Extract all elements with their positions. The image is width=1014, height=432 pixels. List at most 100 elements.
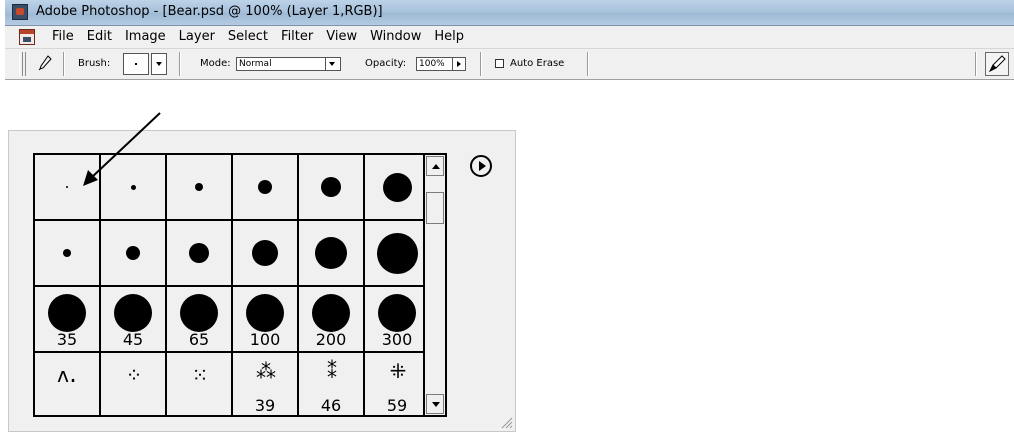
- brush-tip-shape: [315, 237, 347, 269]
- menu-select[interactable]: Select: [221, 28, 274, 46]
- spray-brush-icon: ⁜: [389, 359, 407, 383]
- scroll-up-button[interactable]: [426, 156, 444, 176]
- spray-brush-icon: ⁂: [256, 359, 276, 383]
- opacity-field[interactable]: 100%: [416, 57, 466, 71]
- brush-swatch[interactable]: [35, 221, 99, 285]
- brush-size-label: 300: [381, 330, 413, 349]
- brush-tip-shape: [195, 183, 203, 191]
- brush-swatch[interactable]: ⁂ 39: [233, 353, 297, 417]
- brush-tip-shape: [378, 294, 416, 332]
- brush-tip-shape: [312, 294, 350, 332]
- brush-tip-shape: [66, 186, 68, 188]
- brush-tip-shape: [189, 243, 209, 263]
- brush-size-label: 39: [254, 396, 276, 415]
- menu-file[interactable]: File: [45, 28, 80, 46]
- brush-tip-shape: [131, 185, 136, 190]
- separator: [975, 52, 977, 76]
- brush-swatch[interactable]: 100: [233, 287, 297, 351]
- brush-swatch[interactable]: 200: [299, 287, 363, 351]
- photoshop-eye-icon: [12, 4, 28, 20]
- brush-swatch[interactable]: [167, 221, 231, 285]
- brush-size-label: 100: [249, 330, 281, 349]
- chevron-down-icon: [329, 62, 335, 66]
- mode-select[interactable]: Normal: [236, 57, 341, 71]
- chevron-down-icon: [156, 62, 162, 66]
- brush-preview-dot: [135, 63, 137, 65]
- brush-swatch[interactable]: 300: [365, 287, 429, 351]
- window-title: Adobe Photoshop - [Bear.psd @ 100% (Laye…: [36, 4, 383, 19]
- separator: [480, 52, 482, 76]
- triangle-right-shape: [479, 161, 486, 171]
- mode-dropdown-button[interactable]: [325, 58, 340, 70]
- document-icon[interactable]: [19, 29, 35, 45]
- menu-window[interactable]: Window: [363, 28, 427, 46]
- menu-help[interactable]: Help: [427, 28, 470, 46]
- brush-tip-shape: [383, 173, 412, 202]
- spray-brush-icon: ⁙: [191, 363, 209, 387]
- brush-tab-icon: [988, 55, 1006, 73]
- brush-swatch[interactable]: ⁙: [167, 353, 231, 417]
- brush-tip-shape: [246, 294, 284, 332]
- scroll-down-button[interactable]: [426, 394, 444, 414]
- brush-tip-shape: [114, 294, 152, 332]
- brush-swatch[interactable]: [365, 155, 429, 219]
- brush-tip-shape: [63, 249, 71, 257]
- brush-swatch[interactable]: [101, 221, 165, 285]
- brush-palette-panel: 35 45 65 100 200 300 ʌ. ⁘ ⁙ ⁂ 39 ⁑ 46 ⁜ 59: [8, 130, 516, 432]
- resize-grip-icon[interactable]: [497, 413, 513, 429]
- brush-tip-shape: [258, 180, 272, 194]
- brush-swatch[interactable]: 35: [35, 287, 99, 351]
- brushes-palette-tab[interactable]: [985, 52, 1009, 76]
- brush-size-label: 35: [56, 330, 78, 349]
- brush-swatch[interactable]: [167, 155, 231, 219]
- brush-swatch[interactable]: ʌ.: [35, 353, 99, 417]
- separator: [63, 52, 65, 76]
- mode-value: Normal: [239, 59, 272, 69]
- brush-swatch[interactable]: [299, 221, 363, 285]
- brush-preview[interactable]: [123, 53, 149, 75]
- brush-swatch[interactable]: ⁘: [101, 353, 165, 417]
- menu-bar: File Edit Image Layer Select Filter View…: [5, 26, 1014, 49]
- brush-dropdown-button[interactable]: [151, 53, 167, 75]
- brush-size-label: 200: [315, 330, 347, 349]
- auto-erase-checkbox[interactable]: [495, 59, 504, 68]
- separator: [179, 52, 181, 76]
- brush-swatch[interactable]: ⁜ 59: [365, 353, 429, 417]
- options-bar: Brush: Mode: Normal Opacity: 100% Auto E…: [5, 49, 1014, 80]
- opacity-value: 100%: [419, 59, 445, 69]
- brush-swatch[interactable]: [101, 155, 165, 219]
- brush-tip-shape: [321, 177, 341, 197]
- brush-size-label: 45: [122, 330, 144, 349]
- opacity-label: Opacity:: [365, 58, 407, 69]
- opacity-slider-button[interactable]: [452, 58, 465, 70]
- brush-swatch[interactable]: 65: [167, 287, 231, 351]
- brush-swatch[interactable]: [233, 155, 297, 219]
- brush-size-label: 59: [386, 396, 408, 415]
- palette-menu-arrow-icon[interactable]: [470, 155, 492, 177]
- spray-brush-icon: ʌ.: [56, 363, 79, 387]
- toolbar-grip[interactable]: [19, 52, 23, 76]
- brush-swatch[interactable]: ⁑ 46: [299, 353, 363, 417]
- brush-swatch[interactable]: 45: [101, 287, 165, 351]
- auto-erase-label: Auto Erase: [510, 58, 565, 69]
- menu-view[interactable]: View: [319, 28, 363, 46]
- scroll-thumb[interactable]: [426, 192, 444, 224]
- brush-swatch[interactable]: [299, 155, 363, 219]
- menu-filter[interactable]: Filter: [274, 28, 319, 46]
- brush-tip-shape: [126, 246, 140, 260]
- menu-layer[interactable]: Layer: [172, 28, 221, 46]
- mode-label: Mode:: [200, 58, 231, 69]
- brush-grid: 35 45 65 100 200 300 ʌ. ⁘ ⁙ ⁂ 39 ⁑ 46 ⁜ 59: [33, 153, 425, 417]
- spray-brush-icon: ⁑: [327, 359, 337, 383]
- brush-scrollbar[interactable]: [425, 153, 447, 417]
- menu-edit[interactable]: Edit: [80, 28, 118, 46]
- pencil-icon[interactable]: [38, 55, 52, 71]
- brush-swatch[interactable]: [35, 155, 99, 219]
- brush-swatch[interactable]: [365, 221, 429, 285]
- brush-swatch[interactable]: [233, 221, 297, 285]
- toolbar-grip-line: [25, 52, 26, 76]
- menu-image[interactable]: Image: [118, 28, 172, 46]
- brush-tip-shape: [252, 240, 278, 266]
- brush-tip-shape: [180, 294, 218, 332]
- separator: [587, 52, 589, 76]
